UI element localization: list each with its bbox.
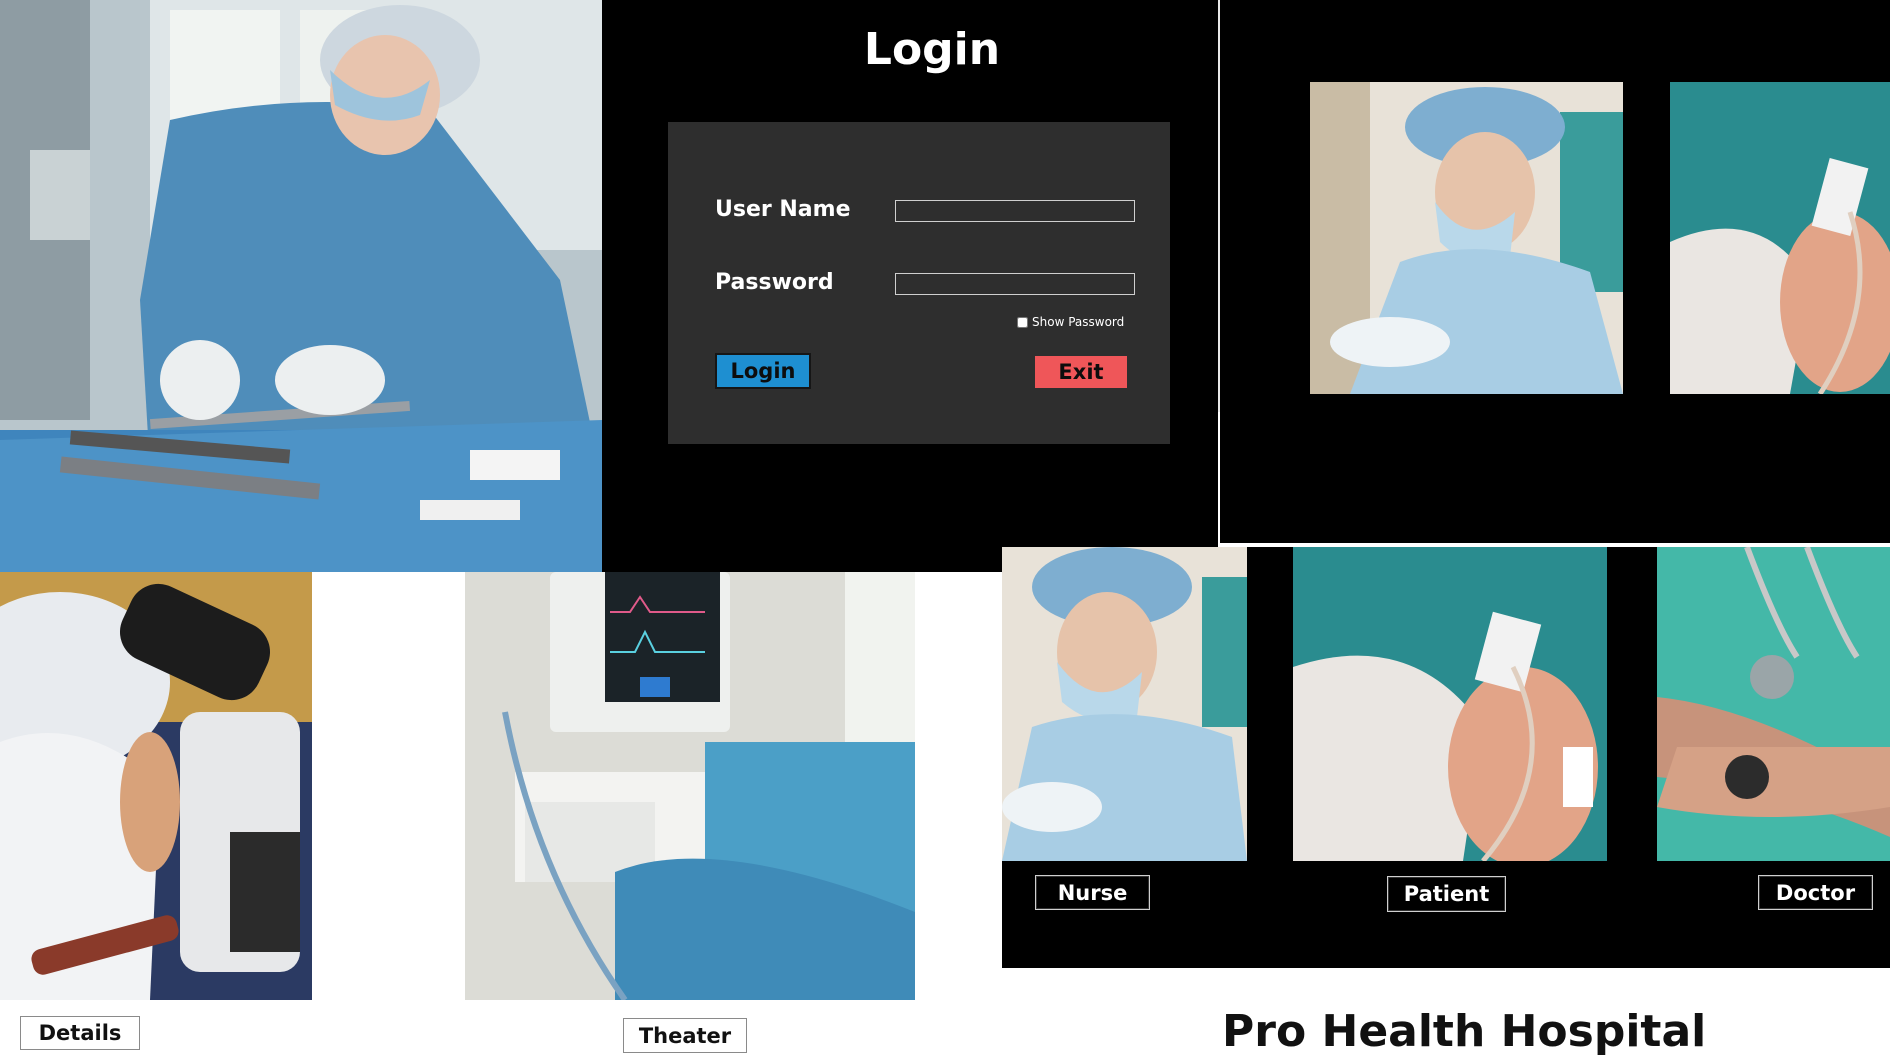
login-button[interactable]: Login <box>715 353 811 389</box>
nurse-photo <box>1002 547 1247 861</box>
nurse-photo-top <box>1310 82 1623 394</box>
doctor-photo <box>1657 547 1890 861</box>
theater-button[interactable]: Theater <box>623 1018 747 1053</box>
username-label: User Name <box>715 197 851 222</box>
show-password-checkbox[interactable] <box>1017 316 1028 328</box>
username-input[interactable] <box>895 200 1135 222</box>
doctor-button[interactable]: Doctor <box>1759 876 1872 909</box>
login-header: Login <box>602 0 1262 100</box>
surgical-nurse-photo <box>0 0 602 572</box>
patient-photo <box>1293 547 1607 861</box>
show-password-label: Show Password <box>1032 315 1125 329</box>
exit-button[interactable]: Exit <box>1035 356 1127 388</box>
password-label: Password <box>715 270 834 295</box>
login-title: Login <box>863 24 1001 75</box>
patient-photo-top <box>1670 82 1890 394</box>
patient-button[interactable]: Patient <box>1388 877 1505 911</box>
show-password-toggle[interactable]: Show Password <box>1017 315 1124 329</box>
hospital-name: Pro Health Hospital <box>1222 1006 1707 1057</box>
details-button[interactable]: Details <box>20 1016 140 1050</box>
theater-photo <box>465 572 915 1000</box>
password-input[interactable] <box>895 273 1135 295</box>
nurse-button[interactable]: Nurse <box>1036 876 1149 909</box>
microscope-photo <box>0 572 312 1000</box>
